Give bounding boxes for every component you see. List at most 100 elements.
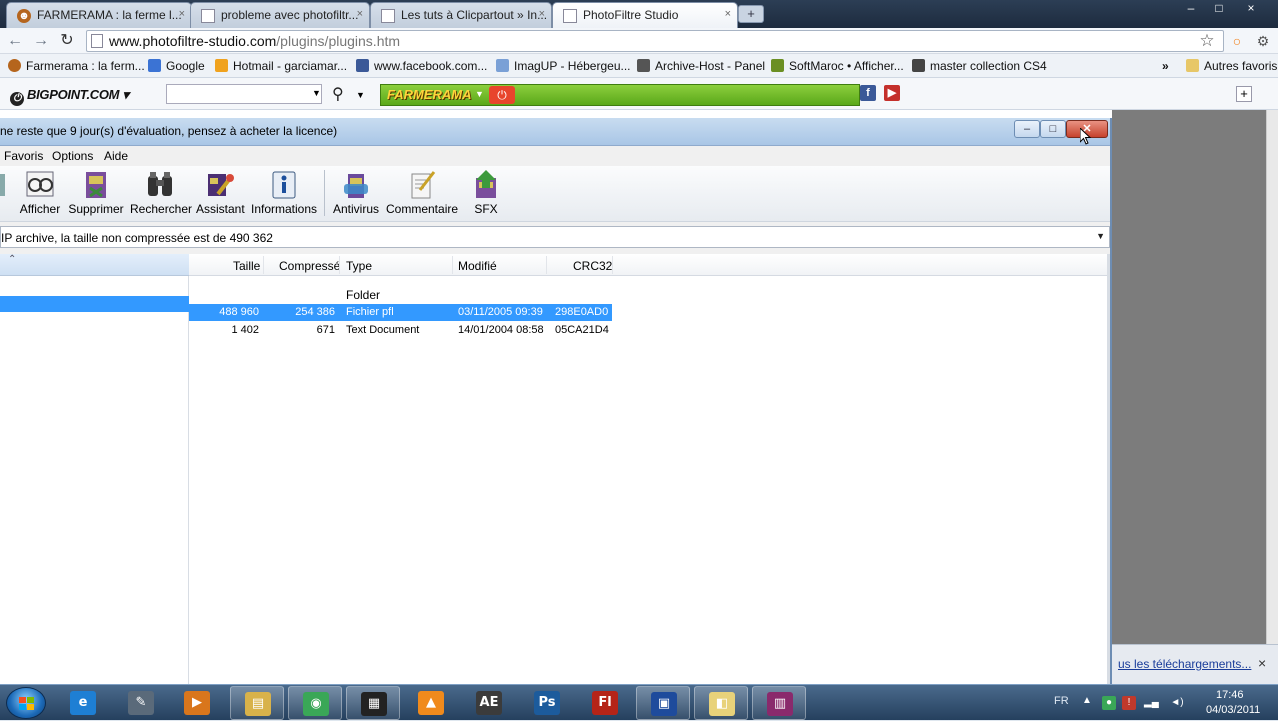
wrench-menu-icon[interactable]: ⚙ (1254, 32, 1272, 50)
back-button[interactable]: ← (6, 32, 24, 50)
tab-probleme[interactable]: probleme avec photofiltr... × (190, 2, 370, 28)
taskbar-app-explorer[interactable]: ▤ (230, 686, 284, 720)
maximize-button[interactable]: □ (1206, 0, 1232, 18)
bookmark-facebook[interactable]: www.facebook.com... (356, 59, 487, 73)
toolbar-assistant-button[interactable]: Assistant (196, 168, 245, 220)
facebook-icon[interactable]: f (860, 85, 876, 101)
list-scrollbar[interactable] (1107, 254, 1110, 684)
reload-button[interactable]: ↻ (58, 32, 76, 50)
farmerama-dropdown-icon[interactable]: ▼ (475, 89, 484, 99)
column-crc32[interactable]: CRC32 (573, 259, 612, 273)
table-row[interactable]: 1 402 671 Text Document 14/01/2004 08:58… (189, 322, 612, 339)
taskbar-app-vlc[interactable]: ▲ (404, 686, 458, 720)
taskbar-app-chrome[interactable]: ◉ (288, 686, 342, 720)
app-minimize-button[interactable]: – (1014, 120, 1040, 138)
youtube-icon[interactable]: ▶ (884, 85, 900, 101)
network-icon[interactable]: ▂▄ (1144, 696, 1159, 710)
all-downloads-link[interactable]: us les téléchargements... (1118, 657, 1251, 671)
toolbar-antivirus-button[interactable]: Antivirus (332, 168, 380, 220)
bookmark-imagup[interactable]: ImagUP - Hébergeu... (496, 59, 631, 73)
minimize-button[interactable]: – (1178, 0, 1204, 18)
taskbar-app-ps[interactable]: Ps (520, 686, 574, 720)
bookmark-google[interactable]: Google (148, 59, 205, 73)
tray-app-icon[interactable]: ● (1102, 696, 1116, 710)
taskbar-app-studio[interactable]: ▦ (346, 686, 400, 720)
volume-icon[interactable]: ◄) (1170, 696, 1184, 710)
search-dropdown-icon[interactable]: ▼ (312, 88, 321, 98)
bookmark-farmerama[interactable]: Farmerama : la ferm... (8, 59, 145, 73)
taskbar-app-sel[interactable]: ▣ (636, 686, 690, 720)
downloads-close-icon[interactable]: × (1258, 655, 1266, 671)
tab-close-icon[interactable]: × (539, 8, 545, 20)
hotmail-icon (215, 59, 228, 72)
language-indicator[interactable]: FR (1054, 695, 1069, 707)
tab-clicpartout[interactable]: Les tuts à Clicpartout » In... × (370, 2, 552, 28)
taskbar-app-fl[interactable]: Fl (578, 686, 632, 720)
taskbar-app-folder[interactable]: ◧ (694, 686, 748, 720)
search-icon[interactable]: ⚲ (332, 84, 344, 104)
bookmark-softmaroc[interactable]: SoftMaroc • Afficher... (771, 59, 904, 73)
address-bar[interactable]: www.photofiltre-studio.com/plugins/plugi… (86, 30, 1224, 52)
column-type[interactable]: Type (346, 259, 372, 273)
bookmark-hotmail[interactable]: Hotmail - garciamar... (215, 59, 347, 73)
cell-size: 1 402 (231, 324, 259, 336)
tab-farmerama[interactable]: ☻ FARMERAMA : la ferme l... × (6, 2, 192, 28)
chevron-down-icon[interactable]: ▼ (1096, 231, 1105, 241)
folder-tree-pane[interactable]: ⌃ (0, 254, 189, 684)
menu-favoris[interactable]: Favoris (4, 149, 43, 163)
bookmark-master-collection[interactable]: master collection CS4 (912, 59, 1047, 73)
cell-type: Text Document (346, 324, 420, 336)
tree-selected-item[interactable] (0, 296, 189, 312)
app-title-bar[interactable]: ne reste que 9 jour(s) d'évaluation, pen… (0, 118, 1110, 146)
bookmark-label: master collection CS4 (930, 59, 1047, 73)
tab-photofiltre[interactable]: PhotoFiltre Studio × (552, 2, 738, 29)
toolbar-supprimer-button[interactable]: Supprimer (68, 168, 124, 220)
clock-time[interactable]: 17:46 (1216, 689, 1244, 701)
forward-button[interactable]: → (32, 32, 50, 50)
page-scrollbar[interactable] (1266, 110, 1278, 644)
bookmark-label: Farmerama : la ferm... (26, 59, 145, 73)
toolbar-commentaire-button[interactable]: Commentaire (386, 168, 458, 220)
toolbar-informations-button[interactable]: Informations (250, 168, 318, 220)
menu-aide[interactable]: Aide (104, 149, 128, 163)
toolbar-rechercher-button[interactable]: Rechercher (130, 168, 192, 220)
bigpoint-search-input[interactable] (166, 84, 322, 104)
bookmark-archive-host[interactable]: Archive-Host - Panel (637, 59, 765, 73)
power-icon[interactable]: ⏻ (489, 86, 515, 104)
bigpoint-logo[interactable]: ⏻ BIGPOINT.COM ▾ (10, 87, 129, 106)
toolbar-sfx-button[interactable]: SFX (466, 168, 506, 220)
farmerama-toolbar-button[interactable]: FARMERAMA ▼ ⏻ (380, 84, 860, 106)
search-options-icon[interactable]: ▼ (356, 90, 365, 100)
close-window-button[interactable]: × (1238, 0, 1264, 18)
taskbar-app-ie[interactable]: e (56, 686, 110, 720)
extension-icon[interactable]: ○ (1228, 32, 1246, 50)
tab-close-icon[interactable]: × (179, 8, 185, 20)
tab-close-icon[interactable]: × (357, 8, 363, 20)
file-list[interactable]: Taille Compressé Type Modifié CRC32 Fold… (189, 254, 1107, 684)
column-compresse[interactable]: Compressé (279, 259, 340, 273)
start-button[interactable] (6, 687, 46, 719)
toolbar-partial-button[interactable] (0, 168, 6, 220)
other-bookmarks-folder[interactable]: Autres favoris (1186, 59, 1277, 73)
clock-date[interactable]: 04/03/2011 (1206, 704, 1260, 716)
archive-path-bar[interactable]: IP archive, la taille non compressée est… (0, 226, 1110, 248)
more-bookmarks-button[interactable]: » (1162, 59, 1169, 73)
taskbar-app-tools[interactable]: ✎ (114, 686, 168, 720)
bookmark-star-icon[interactable]: ☆ (1198, 32, 1216, 50)
app-maximize-button[interactable]: □ (1040, 120, 1066, 138)
show-hidden-icons-icon[interactable]: ▲ (1082, 695, 1092, 706)
taskbar-app-ae[interactable]: AE (462, 686, 516, 720)
tray-security-icon[interactable]: ! (1122, 696, 1136, 710)
new-tab-button[interactable]: + (738, 5, 764, 23)
add-button[interactable]: + (1236, 86, 1252, 102)
toolbar-afficher-button[interactable]: Afficher (18, 168, 62, 220)
tab-label: Les tuts à Clicpartout » In... (401, 8, 548, 22)
tab-close-icon[interactable]: × (725, 8, 731, 20)
table-row[interactable]: Folder (189, 286, 612, 303)
taskbar-app-winrar[interactable]: ▥ (752, 686, 806, 720)
column-taille[interactable]: Taille (233, 259, 260, 273)
column-modifie[interactable]: Modifié (458, 259, 497, 273)
table-row-selected[interactable]: 488 960 254 386 Fichier pfl 03/11/2005 0… (189, 304, 612, 321)
menu-options[interactable]: Options (52, 149, 93, 163)
taskbar-app-media[interactable]: ▶ (170, 686, 224, 720)
